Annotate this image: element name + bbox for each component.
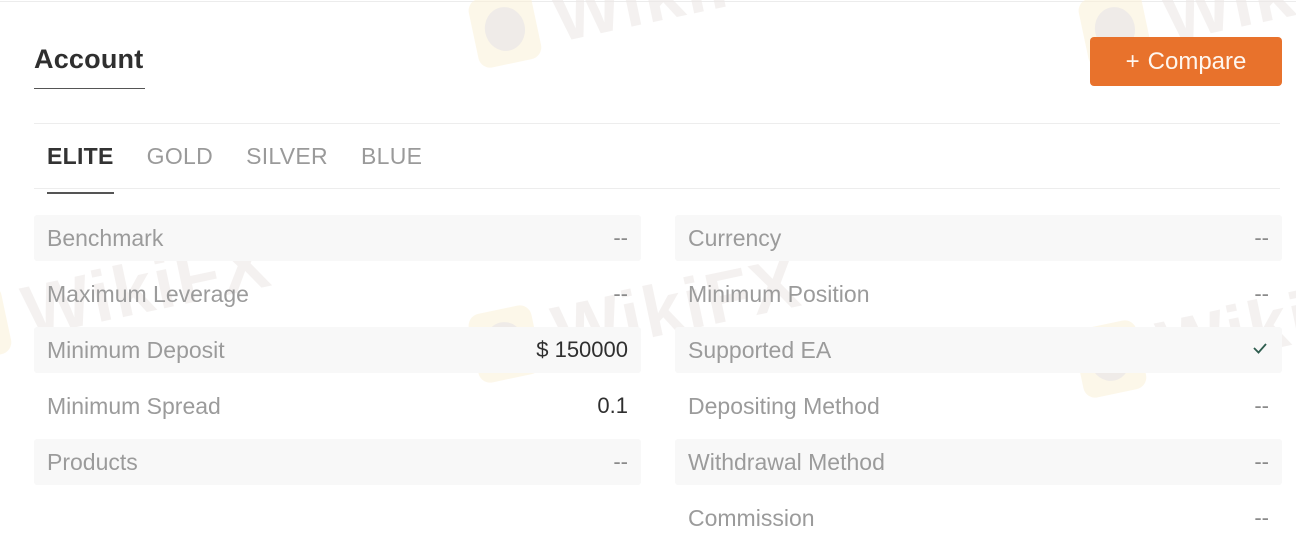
detail-row-supported-ea: Supported EA <box>675 327 1282 373</box>
watermark-logo-icon <box>466 0 544 70</box>
detail-value: -- <box>613 281 628 306</box>
detail-row-maximum-leverage: Maximum Leverage -- <box>34 271 641 317</box>
detail-row-currency: Currency -- <box>675 215 1282 261</box>
detail-label: Minimum Spread <box>47 392 221 419</box>
section-title-underline <box>34 88 145 89</box>
detail-row-commission: Commission -- <box>675 495 1282 541</box>
detail-label: Benchmark <box>47 224 164 251</box>
tab-blue[interactable]: BLUE <box>348 130 435 188</box>
detail-label: Supported EA <box>688 336 832 363</box>
detail-value <box>1251 337 1269 363</box>
detail-label: Minimum Position <box>688 280 870 307</box>
detail-label: Commission <box>688 504 815 531</box>
watermark-text: WikiFX <box>545 0 809 59</box>
detail-label: Depositing Method <box>688 392 880 419</box>
detail-row-minimum-deposit: Minimum Deposit $ 150000 <box>34 327 641 373</box>
detail-value: -- <box>1254 225 1269 250</box>
detail-value: -- <box>613 449 628 474</box>
tab-gold[interactable]: GOLD <box>134 130 226 188</box>
detail-row-minimum-spread: Minimum Spread 0.1 <box>34 383 641 429</box>
detail-row-depositing-method: Depositing Method -- <box>675 383 1282 429</box>
compare-button-label: Compare <box>1147 47 1247 75</box>
detail-value: $ 150000 <box>536 337 628 362</box>
top-divider <box>0 1 1296 2</box>
detail-label: Minimum Deposit <box>47 336 225 363</box>
detail-row-products: Products -- <box>34 439 641 485</box>
detail-label: Currency <box>688 224 782 251</box>
tabs-bottom-divider <box>34 188 1280 189</box>
check-icon <box>1253 343 1267 354</box>
detail-label: Products <box>47 448 138 475</box>
tab-elite[interactable]: ELITE <box>34 130 127 194</box>
detail-value: -- <box>1254 505 1269 530</box>
detail-value: -- <box>1254 281 1269 306</box>
watermark-logo-icon <box>0 283 14 365</box>
account-tabs: ELITE GOLD SILVER BLUE <box>34 130 442 194</box>
detail-row-withdrawal-method: Withdrawal Method -- <box>675 439 1282 485</box>
account-details-right: Currency -- Minimum Position -- Supporte… <box>675 215 1282 551</box>
watermark: WikiFX <box>465 0 808 76</box>
tab-silver[interactable]: SILVER <box>233 130 341 188</box>
detail-label: Maximum Leverage <box>47 280 249 307</box>
plus-icon: + <box>1125 47 1140 75</box>
detail-value: -- <box>1254 393 1269 418</box>
detail-row-minimum-position: Minimum Position -- <box>675 271 1282 317</box>
section-title: Account <box>34 44 144 74</box>
account-details-left: Benchmark -- Maximum Leverage -- Minimum… <box>34 215 641 495</box>
detail-value: -- <box>1254 449 1269 474</box>
detail-label: Withdrawal Method <box>688 448 885 475</box>
compare-button[interactable]: + Compare <box>1090 37 1282 86</box>
detail-value: 0.1 <box>597 393 628 418</box>
tabs-top-divider <box>34 123 1280 124</box>
detail-row-benchmark: Benchmark -- <box>34 215 641 261</box>
detail-value: -- <box>613 225 628 250</box>
